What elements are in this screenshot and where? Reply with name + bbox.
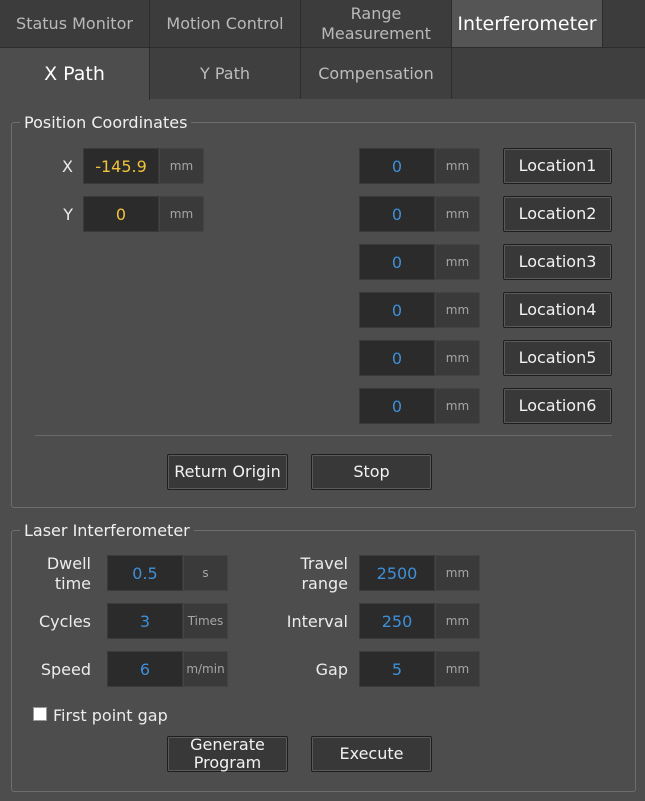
first-point-gap-checkbox[interactable]: [33, 707, 47, 721]
location2-field[interactable]: 0: [359, 196, 435, 232]
location6-field[interactable]: 0: [359, 388, 435, 424]
y-position-field[interactable]: 0: [83, 196, 159, 232]
location3-button[interactable]: Location3: [503, 244, 612, 280]
speed-label: Speed: [40, 660, 91, 679]
tab-y-path[interactable]: Y Path: [150, 48, 301, 99]
speed-unit: m/min: [183, 651, 228, 687]
y-unit: mm: [159, 196, 204, 232]
x-label: X: [62, 157, 73, 176]
dwell-time-unit: s: [183, 555, 228, 591]
location1-field[interactable]: 0: [359, 148, 435, 184]
tab-x-path[interactable]: X Path: [0, 48, 150, 100]
cycles-field[interactable]: 3: [107, 603, 183, 639]
cycles-unit: Times: [183, 603, 228, 639]
location6-unit: mm: [435, 388, 480, 424]
interval-label: Interval: [286, 612, 348, 631]
x-unit: mm: [159, 148, 204, 184]
travel-range-field[interactable]: 2500: [359, 555, 435, 591]
position-divider: [35, 435, 612, 436]
travel-range-label: Travel range: [300, 554, 348, 593]
interval-unit: mm: [435, 603, 480, 639]
dwell-time-field[interactable]: 0.5: [107, 555, 183, 591]
location5-unit: mm: [435, 340, 480, 376]
travel-range-unit: mm: [435, 555, 480, 591]
location4-field[interactable]: 0: [359, 292, 435, 328]
gap-field[interactable]: 5: [359, 651, 435, 687]
first-point-gap-label: First point gap: [53, 706, 168, 725]
location5-button[interactable]: Location5: [503, 340, 612, 376]
location2-unit: mm: [435, 196, 480, 232]
gap-unit: mm: [435, 651, 480, 687]
location5-field[interactable]: 0: [359, 340, 435, 376]
laser-interferometer-title: Laser Interferometer: [20, 522, 194, 540]
speed-field[interactable]: 6: [107, 651, 183, 687]
location4-button[interactable]: Location4: [503, 292, 612, 328]
interval-field[interactable]: 250: [359, 603, 435, 639]
tab-range-measurement[interactable]: Range Measurement: [301, 0, 452, 47]
tab-motion-control[interactable]: Motion Control: [150, 0, 301, 47]
x-position-field[interactable]: -145.9: [83, 148, 159, 184]
position-coordinates-title: Position Coordinates: [20, 114, 192, 132]
tab-interferometer[interactable]: Interferometer: [452, 0, 603, 47]
return-origin-button[interactable]: Return Origin: [167, 454, 288, 490]
tab-status-monitor[interactable]: Status Monitor: [0, 0, 150, 47]
location4-unit: mm: [435, 292, 480, 328]
location6-button[interactable]: Location6: [503, 388, 612, 424]
location3-unit: mm: [435, 244, 480, 280]
location1-button[interactable]: Location1: [503, 148, 612, 184]
location3-field[interactable]: 0: [359, 244, 435, 280]
cycles-label: Cycles: [38, 612, 91, 631]
generate-program-button[interactable]: Generate Program: [167, 736, 288, 772]
execute-button[interactable]: Execute: [311, 736, 432, 772]
location2-button[interactable]: Location2: [503, 196, 612, 232]
gap-label: Gap: [315, 660, 348, 679]
stop-button[interactable]: Stop: [311, 454, 432, 490]
location1-unit: mm: [435, 148, 480, 184]
tab-compensation[interactable]: Compensation: [301, 48, 452, 99]
main-tab-bar: Status Monitor Motion Control Range Meas…: [0, 0, 645, 47]
dwell-time-label: Dwell time: [46, 554, 91, 593]
sub-tab-bar: X Path Y Path Compensation: [0, 47, 645, 100]
y-label: Y: [63, 205, 73, 224]
